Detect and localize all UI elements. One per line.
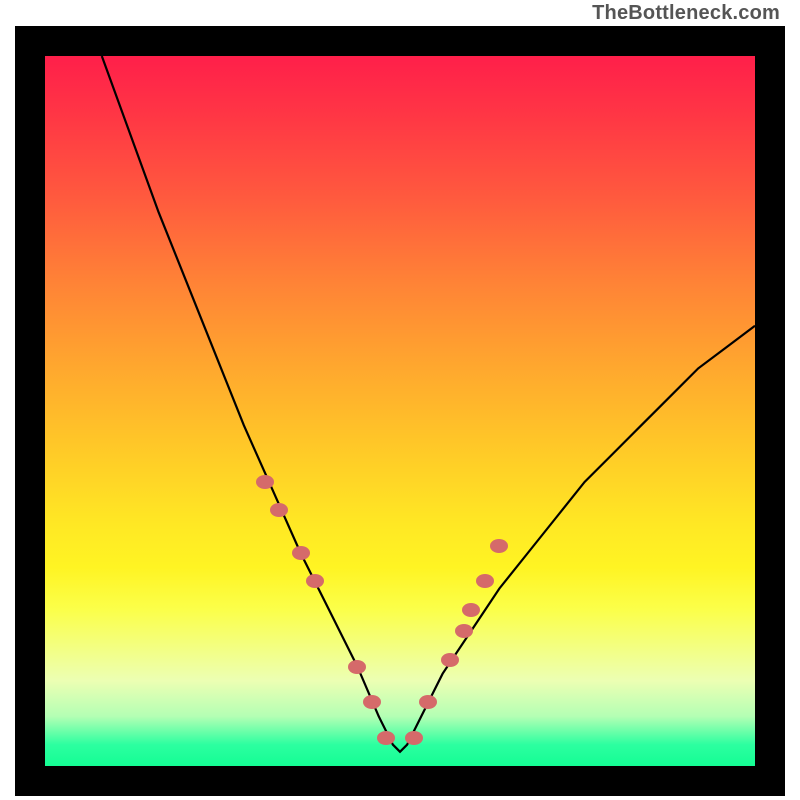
sample-marker	[476, 574, 494, 588]
sample-marker	[348, 660, 366, 674]
sample-marker	[270, 503, 288, 517]
sample-marker	[377, 731, 395, 745]
chart-frame	[15, 26, 785, 796]
sample-marker	[419, 695, 437, 709]
sample-marker	[363, 695, 381, 709]
sample-marker	[256, 475, 274, 489]
watermark-text: TheBottleneck.com	[592, 2, 780, 25]
bottleneck-curve-path	[102, 56, 755, 752]
sample-marker	[490, 539, 508, 553]
sample-marker	[292, 546, 310, 560]
sample-marker	[306, 574, 324, 588]
sample-marker	[462, 603, 480, 617]
sample-marker	[405, 731, 423, 745]
sample-marker	[441, 653, 459, 667]
chart-stage: TheBottleneck.com	[0, 0, 800, 800]
sample-marker	[455, 624, 473, 638]
plot-area	[45, 56, 755, 766]
curve-svg	[45, 56, 755, 766]
